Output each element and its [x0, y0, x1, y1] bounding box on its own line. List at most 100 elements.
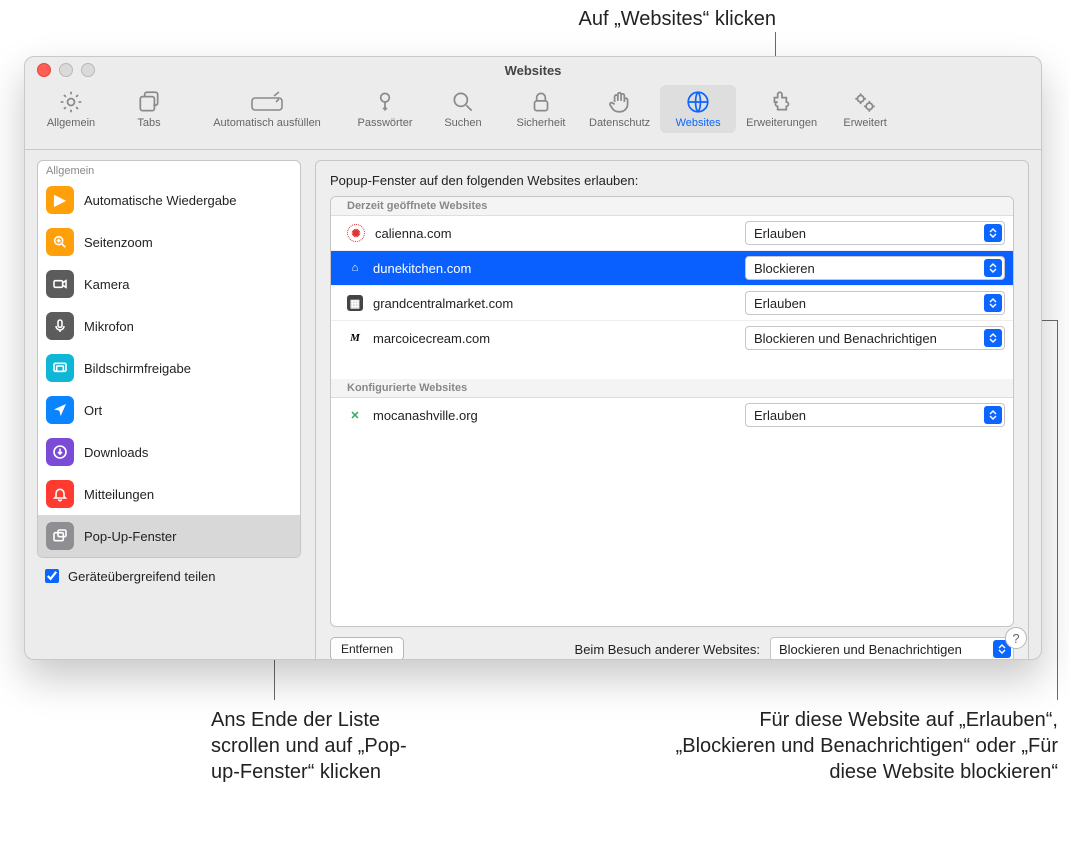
site-permission-picker[interactable]: Erlauben	[745, 291, 1005, 315]
site-permission-picker[interactable]: Blockieren	[745, 256, 1005, 280]
favicon-icon: ⌂	[347, 260, 363, 276]
play-icon: ▶	[46, 186, 74, 214]
tab-erweitert-label: Erweitert	[843, 117, 886, 129]
picker-stepper-icon	[984, 329, 1002, 347]
share-across-devices[interactable]: Geräteübergreifend teilen	[37, 566, 301, 586]
remove-button[interactable]: Entfernen	[330, 637, 404, 660]
site-permission-picker[interactable]: Blockieren und Benachrichtigen	[745, 326, 1005, 350]
preferences-window: Websites Allgemein Tabs Automatisch ausf…	[24, 56, 1042, 660]
website-table: Derzeit geöffnete Websites ✺ calienna.co…	[330, 196, 1014, 627]
key-icon	[372, 89, 398, 115]
help-button[interactable]: ?	[1005, 627, 1027, 649]
sidebar: Allgemein ▶ Automatische Wiedergabe Seit…	[37, 160, 301, 558]
hand-icon	[607, 89, 633, 115]
main-title: Popup-Fenster auf den folgenden Websites…	[330, 173, 1014, 188]
favicon-icon: M	[347, 330, 363, 346]
sidebar-item-ort[interactable]: Ort	[38, 389, 300, 431]
callout-line-bottom-right-v	[1057, 320, 1058, 700]
tab-erweitert[interactable]: Erweitert	[827, 85, 903, 133]
picker-value: Blockieren	[754, 261, 815, 276]
tab-tabs[interactable]: Tabs	[111, 85, 187, 133]
picker-value: Erlauben	[754, 226, 806, 241]
tab-passwoerter-label: Passwörter	[357, 117, 412, 129]
sidebar-item-label: Ort	[84, 403, 102, 418]
site-row-dunekitchen[interactable]: ⌂ dunekitchen.com Blockieren	[331, 251, 1013, 286]
site-row-calienna[interactable]: ✺ calienna.com Erlauben	[331, 216, 1013, 251]
window-title: Websites	[25, 63, 1041, 78]
callout-top: Auf „Websites“ klicken	[476, 6, 776, 32]
site-permission-picker[interactable]: Erlauben	[745, 221, 1005, 245]
section-open-header: Derzeit geöffnete Websites	[331, 197, 1013, 216]
preferences-toolbar: Allgemein Tabs Automatisch ausfüllen Pas…	[25, 83, 1041, 150]
callout-bottom-left: Ans Ende der Liste scrollen und auf „Pop…	[211, 707, 431, 785]
picker-stepper-icon	[984, 406, 1002, 424]
tab-allgemein-label: Allgemein	[47, 117, 95, 129]
share-checkbox[interactable]	[45, 569, 59, 583]
site-domain: dunekitchen.com	[373, 261, 745, 276]
tab-erweiterungen[interactable]: Erweiterungen	[738, 85, 825, 133]
sidebar-item-label: Kamera	[84, 277, 130, 292]
section-configured-header: Konfigurierte Websites	[331, 379, 1013, 398]
sidebar-item-mikrofon[interactable]: Mikrofon	[38, 305, 300, 347]
tab-sicherheit-label: Sicherheit	[517, 117, 566, 129]
share-label: Geräteübergreifend teilen	[68, 569, 215, 584]
sidebar-item-popup[interactable]: Pop-Up-Fenster	[38, 515, 300, 557]
search-icon	[450, 89, 476, 115]
puzzle-icon	[769, 89, 795, 115]
bell-icon	[46, 480, 74, 508]
sidebar-item-label: Seitenzoom	[84, 235, 153, 250]
tab-passwoerter[interactable]: Passwörter	[347, 85, 423, 133]
tabs-icon	[136, 89, 162, 115]
favicon-icon: ✕	[347, 407, 363, 423]
tab-allgemein[interactable]: Allgemein	[33, 85, 109, 133]
sidebar-item-label: Downloads	[84, 445, 148, 460]
lock-icon	[528, 89, 554, 115]
tab-autofill[interactable]: Automatisch ausfüllen	[189, 85, 345, 133]
picker-stepper-icon	[984, 224, 1002, 242]
popup-window-icon	[46, 522, 74, 550]
camera-icon	[46, 270, 74, 298]
site-row-marcoicecream[interactable]: M marcoicecream.com Blockieren und Benac…	[331, 321, 1013, 355]
sidebar-item-kamera[interactable]: Kamera	[38, 263, 300, 305]
sidebar-column: Allgemein ▶ Automatische Wiedergabe Seit…	[37, 160, 301, 660]
titlebar: Websites	[25, 57, 1041, 83]
other-sites-picker[interactable]: Blockieren und Benachrichtigen	[770, 637, 1014, 660]
tab-autofill-label: Automatisch ausfüllen	[213, 117, 321, 129]
picker-value: Erlauben	[754, 296, 806, 311]
other-sites-label: Beim Besuch anderer Websites:	[575, 642, 760, 657]
sidebar-item-bildschirmfreigabe[interactable]: Bildschirmfreigabe	[38, 347, 300, 389]
gear-icon	[58, 89, 84, 115]
site-domain: marcoicecream.com	[373, 331, 745, 346]
favicon-icon: ▦	[347, 295, 363, 311]
bottom-bar: Entfernen Beim Besuch anderer Websites: …	[330, 627, 1014, 660]
tab-sicherheit[interactable]: Sicherheit	[503, 85, 579, 133]
sidebar-item-mitteilungen[interactable]: Mitteilungen	[38, 473, 300, 515]
picker-stepper-icon	[984, 259, 1002, 277]
sidebar-item-label: Bildschirmfreigabe	[84, 361, 191, 376]
gears-icon	[852, 89, 878, 115]
tab-erweiterungen-label: Erweiterungen	[746, 117, 817, 129]
tab-datenschutz[interactable]: Datenschutz	[581, 85, 658, 133]
tab-websites-label: Websites	[676, 117, 721, 129]
site-row-mocanashville[interactable]: ✕ mocanashville.org Erlauben	[331, 398, 1013, 432]
zoom-icon	[46, 228, 74, 256]
sidebar-item-auto-wiedergabe[interactable]: ▶ Automatische Wiedergabe	[38, 179, 300, 221]
sidebar-item-label: Mikrofon	[84, 319, 134, 334]
favicon-icon: ✺	[347, 224, 365, 242]
sidebar-item-label: Automatische Wiedergabe	[84, 193, 236, 208]
site-permission-picker[interactable]: Erlauben	[745, 403, 1005, 427]
site-domain: calienna.com	[375, 226, 745, 241]
picker-value: Erlauben	[754, 408, 806, 423]
content-area: Allgemein ▶ Automatische Wiedergabe Seit…	[25, 150, 1041, 660]
tab-websites[interactable]: Websites	[660, 85, 736, 133]
sidebar-item-downloads[interactable]: Downloads	[38, 431, 300, 473]
callout-bottom-right: Für diese Website auf „Erlauben“, „Block…	[673, 707, 1058, 785]
sidebar-item-seitenzoom[interactable]: Seitenzoom	[38, 221, 300, 263]
location-icon	[46, 396, 74, 424]
site-row-grandcentralmarket[interactable]: ▦ grandcentralmarket.com Erlauben	[331, 286, 1013, 321]
sidebar-item-label: Mitteilungen	[84, 487, 154, 502]
tab-datenschutz-label: Datenschutz	[589, 117, 650, 129]
tab-tabs-label: Tabs	[137, 117, 160, 129]
tab-suchen[interactable]: Suchen	[425, 85, 501, 133]
download-icon	[46, 438, 74, 466]
